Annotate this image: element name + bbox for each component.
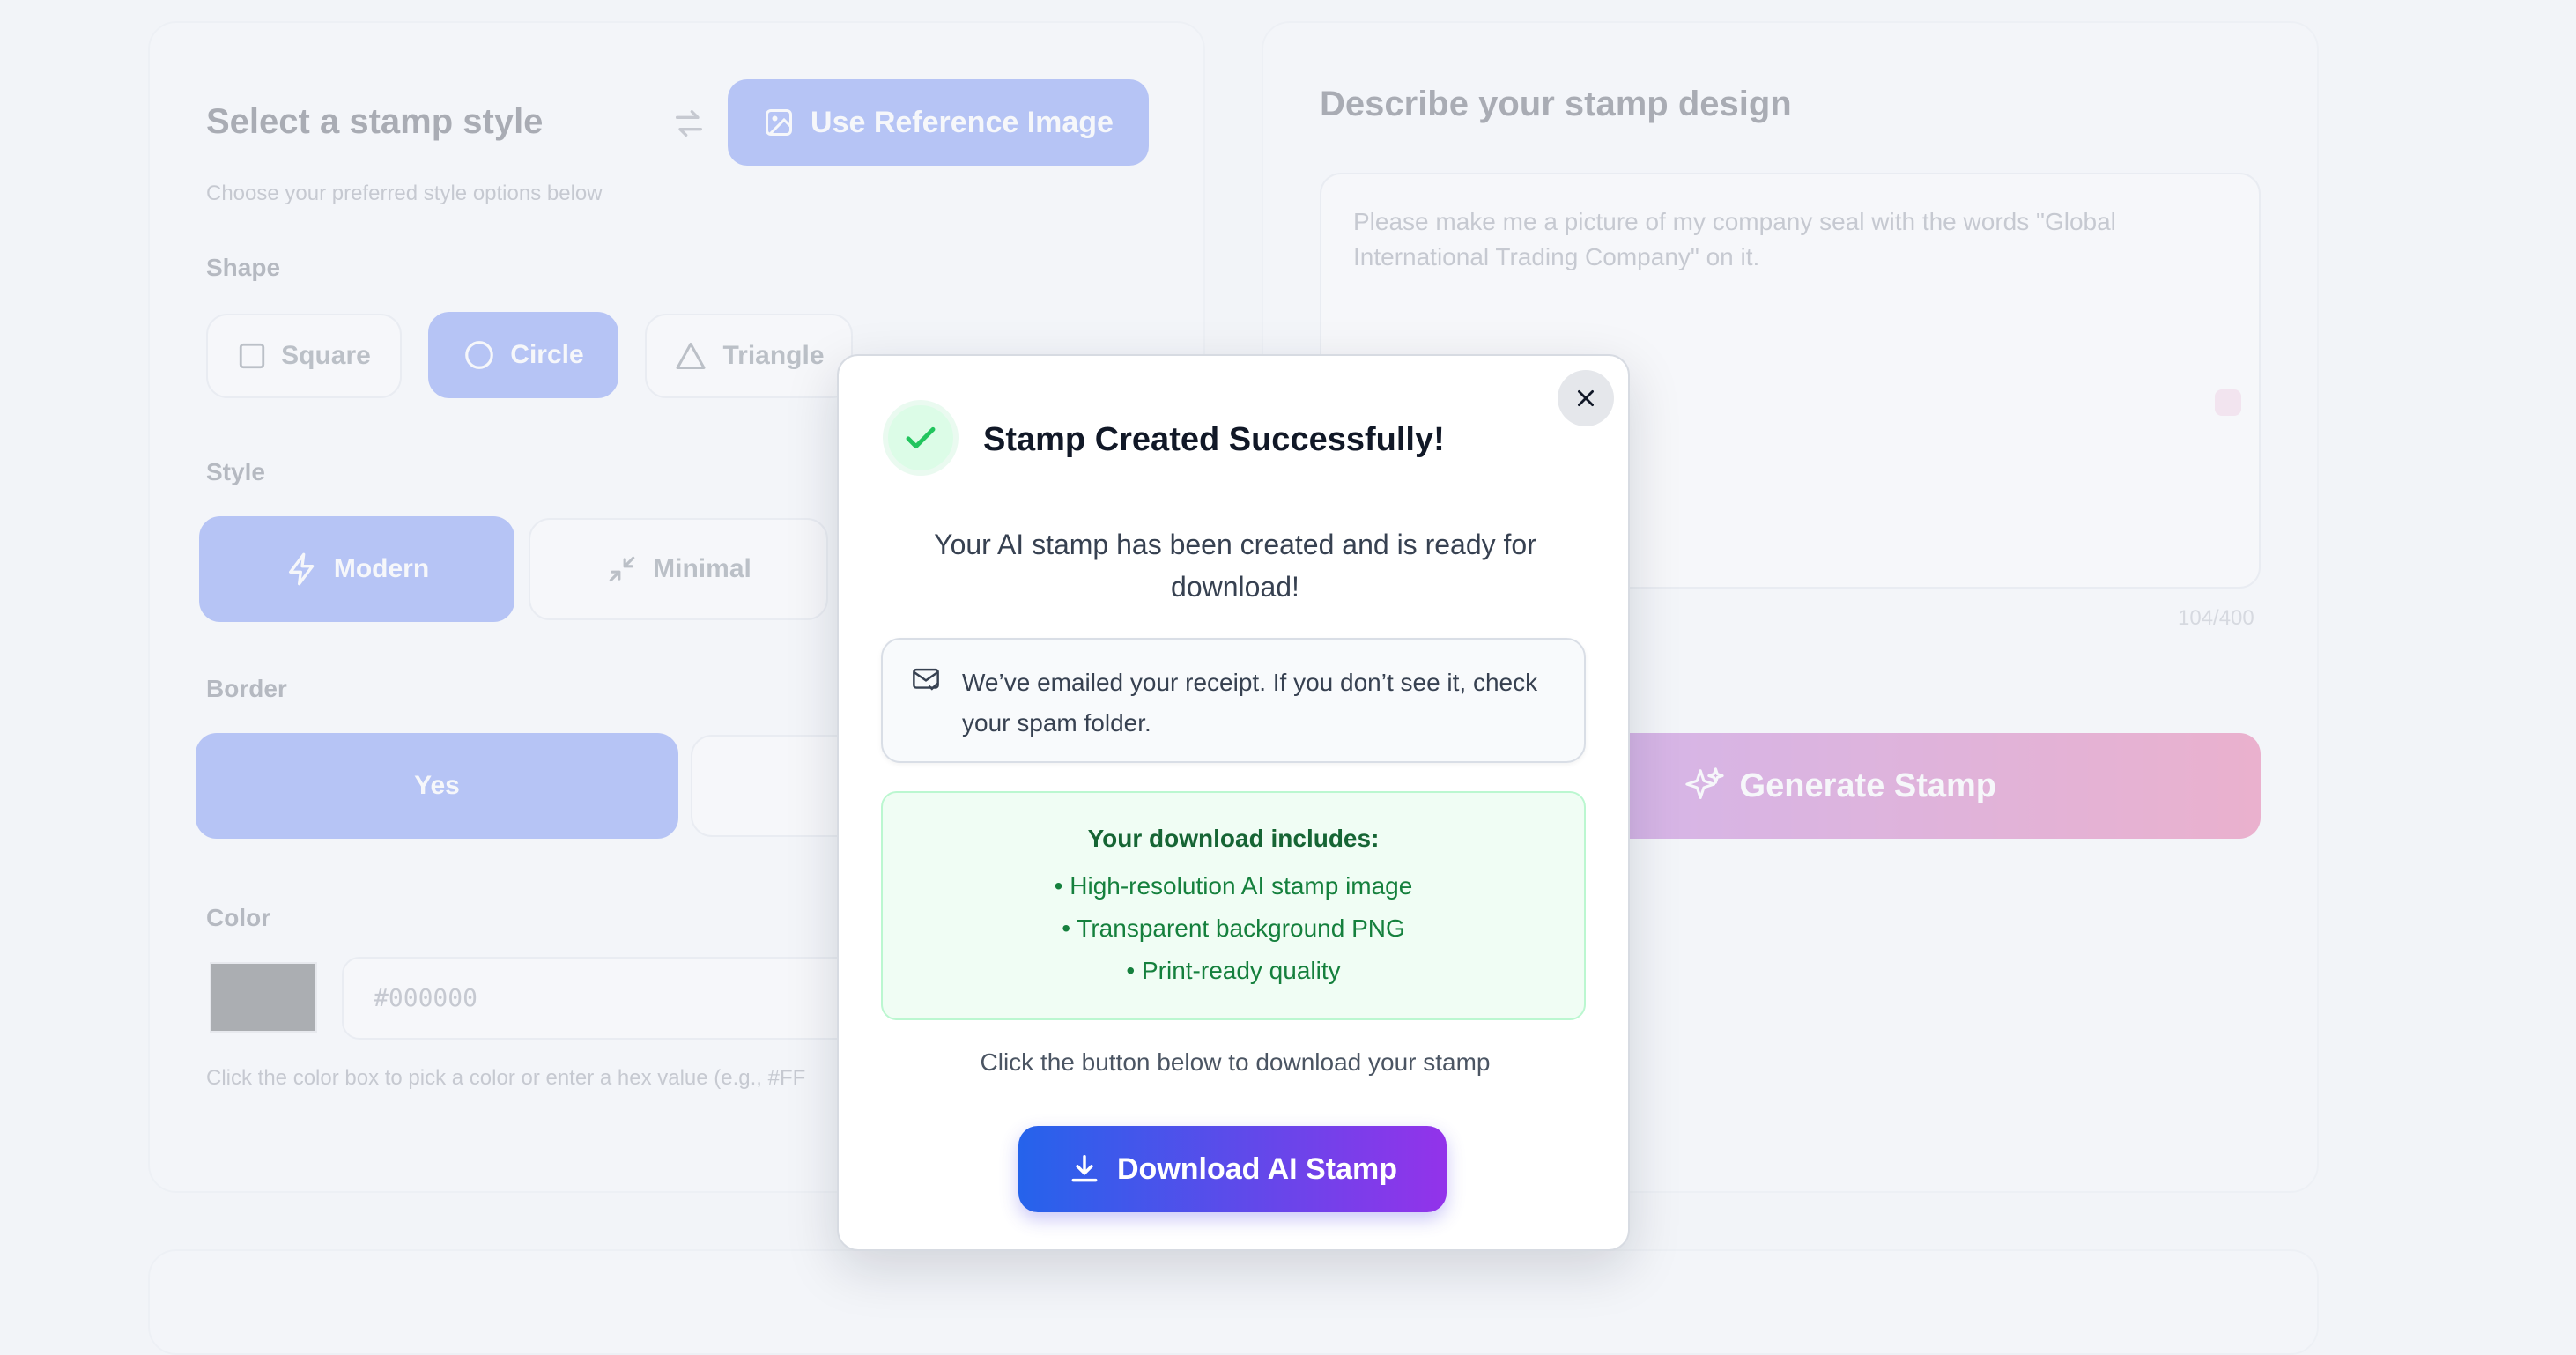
border-label: Border — [206, 675, 287, 702]
color-label: Color — [206, 904, 271, 931]
style-modern-option[interactable]: Modern — [199, 516, 514, 622]
mail-check-icon — [913, 668, 939, 691]
style-modern-label: Modern — [333, 554, 430, 583]
border-yes-option[interactable]: Yes — [196, 733, 678, 839]
download-icon — [1071, 1155, 1098, 1182]
swap-icon[interactable] — [671, 106, 707, 141]
char-counter: 104/400 — [2178, 606, 2254, 630]
minimize-icon — [609, 556, 635, 582]
shape-triangle-label: Triangle — [722, 341, 825, 370]
shape-label: Shape — [206, 254, 281, 281]
square-icon — [239, 343, 265, 369]
style-minimal-option[interactable]: Minimal — [529, 518, 828, 620]
image-icon — [766, 109, 793, 136]
includes-item: High-resolution AI stamp image — [883, 865, 1584, 907]
description-panel-title: Describe your stamp design — [1320, 85, 1792, 123]
shape-circle-label: Circle — [510, 340, 584, 369]
download-includes-box: Your download includes: High-resolution … — [881, 791, 1586, 1020]
triangle-icon — [676, 343, 706, 369]
lightning-icon — [288, 552, 315, 586]
use-reference-image-label: Use Reference Image — [811, 105, 1114, 139]
close-button[interactable] — [1558, 370, 1614, 426]
shape-square-label: Square — [281, 341, 371, 370]
shape-square-option[interactable]: Square — [206, 314, 402, 398]
style-panel-subtitle: Choose your preferred style options belo… — [206, 181, 603, 205]
modal-title: Stamp Created Successfully! — [983, 421, 1445, 458]
circle-icon — [465, 341, 494, 369]
use-reference-image-button[interactable]: Use Reference Image — [728, 79, 1149, 166]
generate-stamp-label: Generate Stamp — [1739, 766, 1996, 804]
close-icon — [1578, 390, 1594, 406]
email-notice-text: We’ve emailed your receipt. If you don’t… — [962, 669, 1538, 737]
download-stamp-button[interactable]: Download AI Stamp — [1018, 1126, 1447, 1212]
color-hint: Click the color box to pick a color or e… — [206, 1066, 806, 1090]
success-badge — [883, 400, 959, 476]
style-label: Style — [206, 458, 265, 485]
download-stamp-label: Download AI Stamp — [1117, 1151, 1397, 1186]
success-modal: Stamp Created Successfully! Your AI stam… — [837, 354, 1630, 1251]
check-icon — [906, 426, 936, 449]
email-notice: We’ve emailed your receipt. If you don’t… — [881, 638, 1586, 763]
bottom-panel — [148, 1249, 2319, 1355]
color-swatch[interactable] — [210, 962, 317, 1033]
includes-item: Print-ready quality — [883, 950, 1584, 992]
enhance-icon[interactable] — [2215, 389, 2241, 416]
sparkles-icon — [1684, 767, 1724, 799]
includes-item: Transparent background PNG — [883, 907, 1584, 950]
style-panel-title: Select a stamp style — [206, 102, 544, 141]
shape-triangle-option[interactable]: Triangle — [645, 314, 853, 398]
modal-message: Your AI stamp has been created and is re… — [934, 529, 1536, 603]
border-yes-label: Yes — [414, 771, 460, 800]
includes-title: Your download includes: — [1087, 825, 1380, 852]
shape-circle-option[interactable]: Circle — [428, 312, 618, 398]
includes-list: High-resolution AI stamp image Transpare… — [883, 865, 1584, 992]
style-minimal-label: Minimal — [653, 554, 751, 583]
download-hint: Click the button below to download your … — [980, 1048, 1491, 1076]
